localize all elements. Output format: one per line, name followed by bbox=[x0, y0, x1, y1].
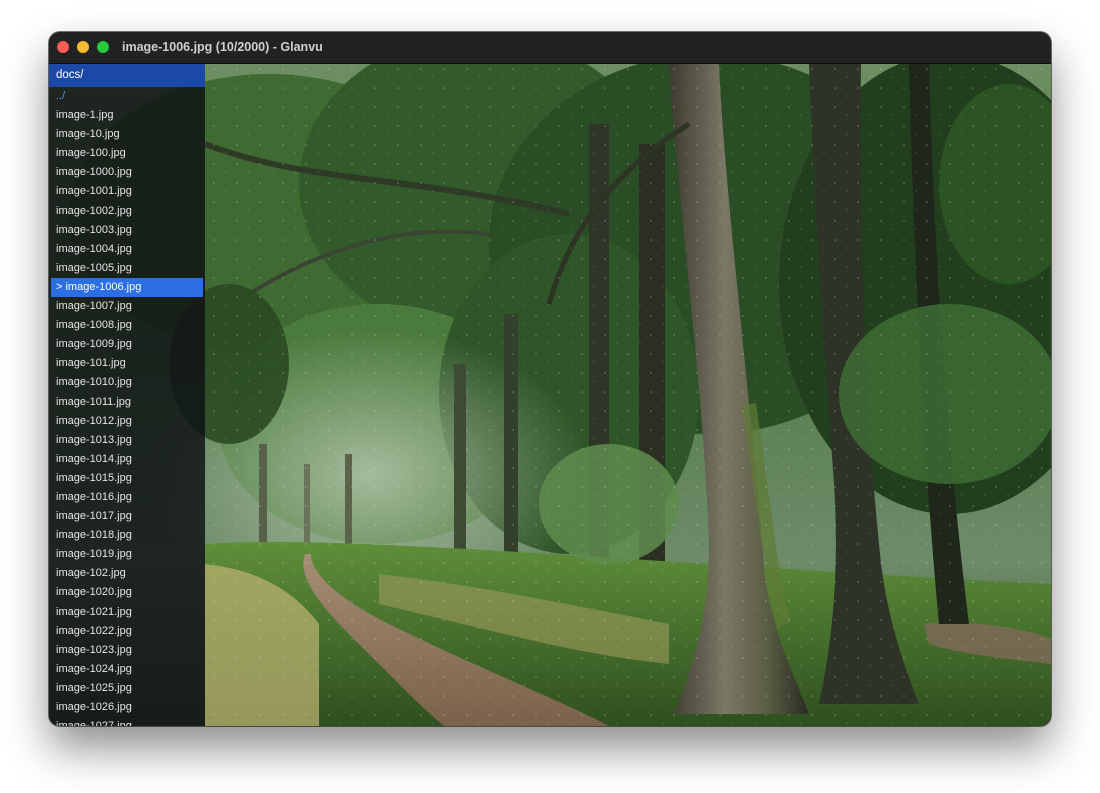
file-item[interactable]: image-1010.jpg bbox=[49, 373, 205, 392]
title-bar[interactable]: image-1006.jpg (10/2000) - Glanvu bbox=[49, 32, 1051, 64]
file-item[interactable]: image-1019.jpg bbox=[49, 545, 205, 564]
file-item[interactable]: image-1022.jpg bbox=[49, 622, 205, 641]
file-item[interactable]: image-1008.jpg bbox=[49, 316, 205, 335]
file-item[interactable]: image-1004.jpg bbox=[49, 240, 205, 259]
file-browser-sidebar: docs/ ../ image-1.jpg image-10.jpg image-1… bbox=[49, 64, 205, 726]
window-title: image-1006.jpg (10/2000) - Glanvu bbox=[122, 40, 323, 54]
file-item[interactable]: image-1016.jpg bbox=[49, 488, 205, 507]
file-item[interactable]: image-1015.jpg bbox=[49, 469, 205, 488]
file-item[interactable]: image-1002.jpg bbox=[49, 202, 205, 221]
file-item[interactable]: image-1012.jpg bbox=[49, 412, 205, 431]
file-item[interactable]: image-1.jpg bbox=[49, 106, 205, 125]
file-item[interactable]: image-1007.jpg bbox=[49, 297, 205, 316]
file-item[interactable]: image-1024.jpg bbox=[49, 660, 205, 679]
file-item[interactable]: image-1001.jpg bbox=[49, 182, 205, 201]
file-item[interactable]: image-101.jpg bbox=[49, 354, 205, 373]
maximize-window-button[interactable] bbox=[97, 41, 109, 53]
file-item[interactable]: image-1025.jpg bbox=[49, 679, 205, 698]
file-item[interactable]: image-1020.jpg bbox=[49, 583, 205, 602]
file-item[interactable]: image-1014.jpg bbox=[49, 450, 205, 469]
file-item[interactable]: image-1021.jpg bbox=[49, 603, 205, 622]
minimize-window-button[interactable] bbox=[77, 41, 89, 53]
app-window: image-1006.jpg (10/2000) - Glanvu docs/ … bbox=[49, 32, 1051, 726]
file-item[interactable]: image-1026.jpg bbox=[49, 698, 205, 717]
file-item[interactable]: image-1009.jpg bbox=[49, 335, 205, 354]
file-item[interactable]: image-10.jpg bbox=[49, 125, 205, 144]
file-item[interactable]: image-100.jpg bbox=[49, 144, 205, 163]
file-item[interactable]: image-1023.jpg bbox=[49, 641, 205, 660]
parent-directory-item[interactable]: ../ bbox=[49, 87, 205, 106]
file-item[interactable]: image-102.jpg bbox=[49, 564, 205, 583]
file-item[interactable]: image-1011.jpg bbox=[49, 393, 205, 412]
file-item[interactable]: image-1018.jpg bbox=[49, 526, 205, 545]
file-list: image-1.jpg image-10.jpg image-100.jpg imag… bbox=[49, 106, 205, 726]
file-item[interactable]: image-1013.jpg bbox=[49, 431, 205, 450]
file-item[interactable]: image-1003.jpg bbox=[49, 221, 205, 240]
file-item[interactable]: image-1005.jpg bbox=[49, 259, 205, 278]
file-item[interactable]: image-1027.jpg bbox=[49, 717, 205, 726]
close-window-button[interactable] bbox=[57, 41, 69, 53]
current-directory: docs/ bbox=[49, 64, 205, 87]
file-item[interactable]: image-1000.jpg bbox=[49, 163, 205, 182]
file-item[interactable]: image-1017.jpg bbox=[49, 507, 205, 526]
content-area: docs/ ../ image-1.jpg image-10.jpg image-1… bbox=[49, 64, 1051, 726]
file-item-selected[interactable]: > image-1006.jpg bbox=[51, 277, 203, 298]
